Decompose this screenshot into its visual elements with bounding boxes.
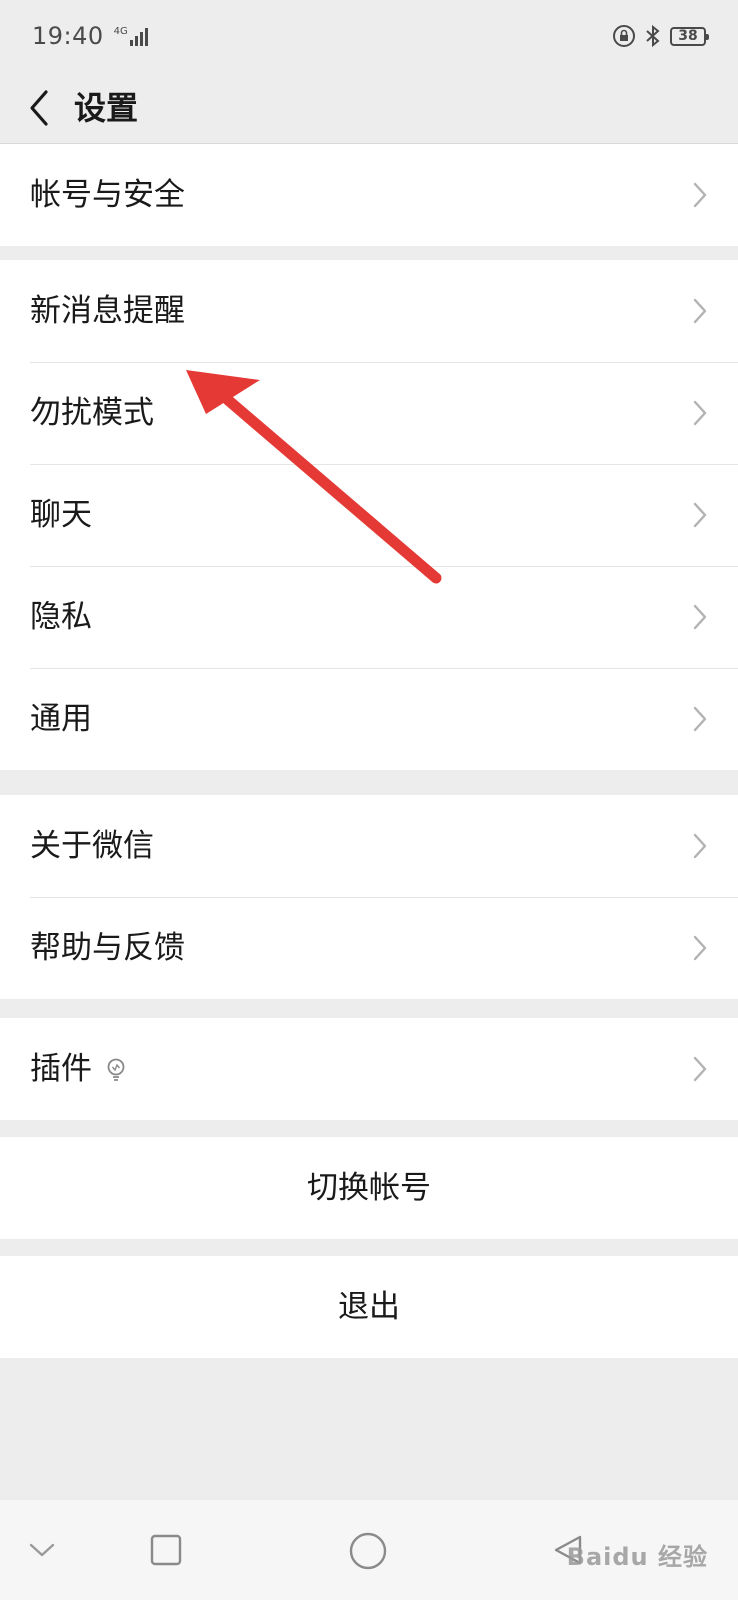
menu-item-label: 勿扰模式	[30, 395, 154, 431]
watermark: Baidu 经验	[566, 1543, 708, 1571]
menu-item-help-feedback[interactable]: 帮助与反馈	[0, 897, 738, 999]
battery-level: 38	[678, 28, 698, 44]
rotation-lock-icon	[613, 25, 635, 47]
settings-group-about: 关于微信 帮助与反馈	[0, 795, 738, 999]
menu-item-label: 帐号与安全	[30, 177, 185, 213]
menu-item-privacy[interactable]: 隐私	[0, 566, 738, 668]
menu-item-label: 新消息提醒	[30, 293, 185, 329]
back-arrow-icon[interactable]	[26, 86, 54, 130]
system-nav-bar: Baidu 经验	[0, 1500, 738, 1600]
menu-item-label: 帮助与反馈	[30, 930, 185, 966]
chevron-right-icon	[693, 604, 707, 630]
switch-account-label: 切换帐号	[307, 1170, 431, 1206]
nav-bar: 设置	[0, 72, 738, 144]
menu-item-new-message-alerts[interactable]: 新消息提醒	[0, 260, 738, 362]
recent-apps-icon[interactable]	[150, 1534, 182, 1566]
status-right: 38	[612, 24, 709, 48]
menu-item-label: 关于微信	[30, 828, 154, 864]
chevron-right-icon	[693, 1056, 707, 1082]
chevron-right-icon	[693, 833, 707, 859]
menu-item-do-not-disturb[interactable]: 勿扰模式	[0, 362, 738, 464]
menu-item-account-security[interactable]: 帐号与安全	[0, 144, 738, 246]
status-left: 19:40 4G	[32, 22, 150, 50]
collapse-chevron-icon[interactable]	[28, 1540, 56, 1560]
switch-account-button[interactable]: 切换帐号	[0, 1137, 738, 1239]
menu-item-label: 隐私	[30, 599, 92, 635]
menu-item-plugins[interactable]: 插件	[0, 1018, 738, 1120]
menu-item-label: 聊天	[30, 497, 92, 533]
bluetooth-icon	[646, 24, 660, 48]
network-type: 4G	[113, 26, 128, 37]
menu-item-label: 通用	[30, 701, 92, 737]
logout-button[interactable]: 退出	[0, 1256, 738, 1358]
battery-icon: 38	[670, 26, 709, 46]
menu-item-about-wechat[interactable]: 关于微信	[0, 795, 738, 897]
logout-label: 退出	[338, 1289, 400, 1325]
status-time: 19:40	[32, 22, 104, 50]
chevron-right-icon	[693, 935, 707, 961]
page-title: 设置	[74, 89, 139, 127]
status-bar: 19:40 4G 38	[0, 0, 738, 72]
home-icon[interactable]	[348, 1531, 388, 1571]
signal-icon: 4G	[114, 26, 150, 46]
settings-group-account: 帐号与安全	[0, 143, 738, 246]
chevron-right-icon	[693, 502, 707, 528]
lightbulb-icon	[107, 1058, 125, 1081]
menu-item-label: 插件	[30, 1051, 92, 1087]
settings-group-general: 新消息提醒 勿扰模式 聊天 隐私 通用	[0, 260, 738, 770]
chevron-right-icon	[693, 706, 707, 732]
menu-item-chat[interactable]: 聊天	[0, 464, 738, 566]
settings-group-plugins: 插件	[0, 1018, 738, 1120]
menu-item-general[interactable]: 通用	[0, 668, 738, 770]
chevron-right-icon	[693, 298, 707, 324]
chevron-right-icon	[693, 400, 707, 426]
chevron-right-icon	[693, 182, 707, 208]
